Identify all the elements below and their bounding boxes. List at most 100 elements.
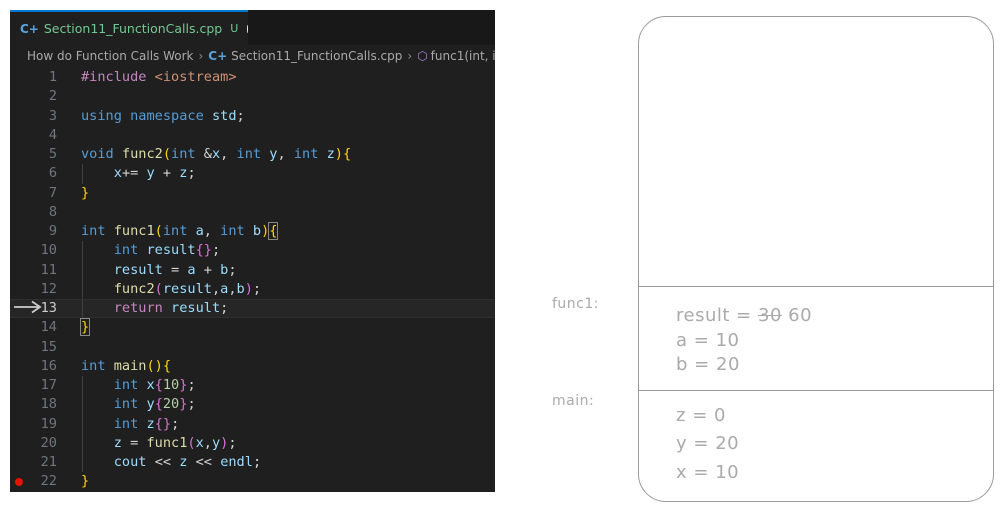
stack-var-z: z = 0 bbox=[676, 405, 726, 426]
stack-var-b: b = 20 bbox=[676, 354, 740, 375]
line-number: 10 bbox=[40, 242, 57, 259]
editor-tab[interactable]: C+ Section11_FunctionCalls.cpp U bbox=[10, 10, 248, 45]
code-line[interactable]: 6 x+= y + z; bbox=[10, 164, 495, 184]
code-line[interactable]: 9 int func1(int a, int b){ bbox=[10, 222, 495, 241]
line-number: 16 bbox=[40, 357, 57, 374]
line-number: 2 bbox=[48, 88, 57, 105]
var-eq: = bbox=[693, 433, 709, 454]
chevron-right-icon: › bbox=[407, 49, 413, 63]
line-text: func2(result,a,b); bbox=[113, 280, 262, 297]
code-line[interactable]: 2 bbox=[10, 87, 495, 106]
var-value: 10 bbox=[715, 462, 740, 483]
var-name: y bbox=[676, 433, 688, 454]
line-number: 19 bbox=[40, 415, 57, 432]
line-number: 1 bbox=[48, 69, 57, 85]
var-value: 10 bbox=[715, 330, 740, 351]
line-text: void func2(int &x, int y, int z){ bbox=[81, 146, 352, 162]
stack-var-y: y = 20 bbox=[676, 433, 739, 454]
code-line-current[interactable]: 13 return result; bbox=[10, 299, 495, 319]
stack-var-a: a = 10 bbox=[676, 330, 740, 351]
var-value: 20 bbox=[716, 354, 740, 375]
git-status-badge: U bbox=[230, 22, 239, 35]
code-line[interactable]: 3 using namespace std; bbox=[10, 107, 495, 126]
var-name: b bbox=[676, 354, 688, 375]
line-text: z = func1(x,y); bbox=[113, 434, 237, 451]
var-name: result bbox=[676, 305, 730, 326]
frame-divider bbox=[638, 390, 994, 391]
code-line[interactable]: 16 int main(){ bbox=[10, 357, 495, 376]
code-line[interactable]: 7} bbox=[10, 184, 495, 203]
var-value: 0 bbox=[714, 405, 726, 426]
frame-label-main: main: bbox=[552, 393, 595, 409]
line-number: 15 bbox=[40, 338, 57, 355]
var-value: 20 bbox=[715, 433, 740, 454]
line-number: 3 bbox=[48, 107, 57, 124]
code-line[interactable]: 15 bbox=[10, 338, 495, 357]
line-number: 5 bbox=[48, 146, 57, 162]
var-name: x bbox=[676, 462, 688, 483]
line-number: 21 bbox=[40, 454, 57, 470]
code-line[interactable]: 18 int y{20}; bbox=[10, 395, 495, 415]
line-number: 9 bbox=[48, 223, 57, 239]
code-line[interactable]: 21 cout << z << endl; bbox=[10, 453, 495, 473]
frame-label-func1: func1: bbox=[552, 296, 599, 312]
code-line[interactable]: 1 #include <iostream> bbox=[10, 68, 495, 87]
code-line[interactable]: 20 z = func1(x,y); bbox=[10, 433, 495, 453]
line-number: 18 bbox=[40, 396, 57, 413]
tab-bar: C+ Section11_FunctionCalls.cpp U bbox=[10, 10, 495, 45]
line-text: } bbox=[79, 318, 91, 337]
tab-filename: Section11_FunctionCalls.cpp bbox=[43, 21, 223, 36]
var-eq: = bbox=[694, 354, 710, 375]
line-text: return result; bbox=[113, 300, 229, 316]
var-eq: = bbox=[736, 305, 752, 326]
line-number: 12 bbox=[40, 280, 57, 297]
code-editor: C+ Section11_FunctionCalls.cpp U How do … bbox=[10, 10, 495, 492]
line-number: 8 bbox=[48, 203, 57, 220]
var-eq: = bbox=[693, 330, 710, 351]
line-text: int result{}; bbox=[113, 242, 221, 259]
cpp-file-icon: C+ bbox=[208, 49, 228, 63]
breadcrumb-file[interactable]: Section11_FunctionCalls.cpp bbox=[231, 49, 402, 63]
code-line[interactable]: 22} bbox=[10, 472, 495, 491]
code-line[interactable]: 8 bbox=[10, 203, 495, 222]
code-line[interactable]: 10 int result{}; bbox=[10, 241, 495, 261]
chevron-right-icon: › bbox=[198, 49, 204, 63]
unsaved-dot-icon[interactable] bbox=[247, 24, 248, 33]
line-text: int main(){ bbox=[81, 357, 172, 374]
code-line[interactable]: 19 int z{}; bbox=[10, 414, 495, 434]
stack-diagram bbox=[638, 16, 994, 502]
code-line[interactable]: 5 void func2(int &x, int y, int z){ bbox=[10, 145, 495, 164]
code-line[interactable]: 14} bbox=[10, 318, 495, 337]
line-number: 22 bbox=[40, 473, 57, 490]
var-eq: = bbox=[693, 462, 709, 483]
var-old-value: 30 bbox=[758, 305, 782, 326]
code-line[interactable]: 4 bbox=[10, 126, 495, 145]
execution-arrow-icon bbox=[14, 300, 42, 314]
var-name: a bbox=[676, 330, 688, 351]
breadcrumb-folder[interactable]: How do Function Calls Work bbox=[27, 49, 193, 63]
line-number: 7 bbox=[48, 184, 57, 201]
line-text: } bbox=[81, 184, 90, 201]
var-value: 60 bbox=[788, 305, 813, 326]
line-number: 11 bbox=[40, 261, 57, 278]
stack-var-result: result = 30 60 bbox=[676, 305, 812, 326]
var-eq: = bbox=[692, 405, 708, 426]
line-text: x+= y + z; bbox=[113, 165, 196, 182]
code-area[interactable]: 1 #include <iostream> 2 3 using namespace … bbox=[10, 68, 495, 492]
cube-icon: ⬡ bbox=[417, 49, 428, 63]
line-text: } bbox=[81, 473, 90, 490]
var-name: z bbox=[676, 405, 686, 426]
code-line[interactable]: 11 result = a + b; bbox=[10, 260, 495, 280]
frame-divider bbox=[638, 286, 994, 287]
cpp-file-icon: C+ bbox=[20, 21, 39, 36]
breadcrumb-symbol[interactable]: func1(int, i bbox=[431, 49, 495, 63]
line-number: 17 bbox=[40, 377, 57, 393]
line-number: 6 bbox=[48, 165, 57, 182]
code-line[interactable]: 12 func2(result,a,b); bbox=[10, 279, 495, 299]
line-text: cout << z << endl; bbox=[113, 454, 262, 470]
line-text: int y{20}; bbox=[113, 396, 196, 413]
code-line[interactable]: 17 int x{10}; bbox=[10, 376, 495, 396]
line-text: using namespace std; bbox=[81, 107, 245, 124]
line-text: int func1(int a, int b){ bbox=[81, 222, 279, 240]
line-text: int x{10}; bbox=[113, 377, 196, 393]
